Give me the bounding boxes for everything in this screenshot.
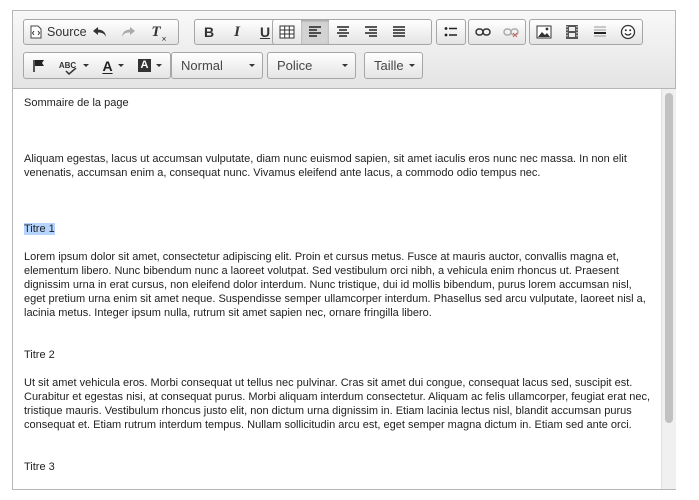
rich-text-editor: Source T × B I U ABC A A Normal Police T… (12, 10, 676, 490)
remove-format-letter: T (151, 23, 161, 40)
toolbar-group-basicstyles: B I U (194, 19, 281, 45)
toolbar-group-tools: ABC A A (23, 52, 171, 79)
format-dropdown[interactable]: Normal (171, 52, 263, 79)
link-icon (475, 27, 491, 37)
font-dropdown[interactable]: Police (267, 52, 356, 79)
align-justify-icon (392, 26, 406, 38)
chevron-down-icon (156, 64, 162, 67)
vertical-scrollbar[interactable] (661, 89, 676, 489)
align-center-icon (336, 26, 350, 38)
editor-toolbar: Source T × B I U ABC A A Normal Police T… (13, 11, 675, 89)
paragraph-section-1: Lorem ipsum dolor sit amet, consectetur … (24, 251, 646, 319)
size-dropdown-value: Taille (374, 58, 404, 73)
paragraph-intro: Aliquam egestas, lacus ut accumsan vulpu… (24, 153, 627, 179)
chevron-down-icon (83, 64, 90, 67)
paragraph-summary: Sommaire de la page (24, 97, 129, 109)
align-left-icon (308, 26, 322, 38)
unlink-icon (503, 26, 519, 38)
selected-text: Titre 1 (24, 223, 55, 235)
toolbar-group-paragraph (272, 19, 432, 45)
align-center-button[interactable] (329, 20, 357, 44)
font-color-button[interactable]: A (94, 54, 132, 78)
source-icon (30, 25, 42, 39)
video-button[interactable] (558, 20, 586, 44)
anchor-button[interactable] (24, 54, 54, 78)
align-right-button[interactable] (357, 20, 385, 44)
toolbar-group-insert (529, 19, 643, 45)
font-dropdown-value: Police (277, 58, 313, 73)
toolbar-group-links (468, 19, 526, 45)
spellcheck-button[interactable]: ABC (54, 54, 94, 78)
italic-label: I (234, 23, 240, 40)
chevron-down-icon (249, 64, 255, 67)
background-color-button[interactable]: A (132, 54, 168, 78)
source-label: Source (47, 25, 87, 39)
scrollbar-thumb[interactable] (665, 93, 673, 423)
background-color-icon: A (138, 59, 151, 72)
smiley-button[interactable] (614, 20, 642, 44)
image-icon (536, 25, 552, 39)
undo-icon (92, 25, 108, 39)
heading-title-2: Titre 2 (24, 349, 55, 361)
heading-title-3: Titre 3 (24, 461, 55, 473)
heading-title-1: Titre 1 (24, 222, 654, 236)
align-right-icon (364, 26, 378, 38)
chevron-down-icon (409, 64, 415, 67)
unlink-button[interactable] (497, 20, 525, 44)
size-dropdown[interactable]: Taille (364, 52, 423, 79)
flag-icon (32, 59, 46, 73)
table-button[interactable] (273, 20, 301, 44)
background-color-letter: A (140, 59, 149, 71)
align-justify-button[interactable] (385, 20, 413, 44)
spellcheck-icon: ABC (59, 61, 77, 75)
image-button[interactable] (530, 20, 558, 44)
paragraph-section-2: Ut sit amet vehicula eros. Morbi consequ… (24, 377, 651, 431)
horizontal-rule-icon (593, 25, 607, 39)
bulleted-list-icon (444, 26, 458, 38)
film-icon (565, 24, 579, 40)
toolbar-group-list (436, 19, 466, 45)
link-button[interactable] (469, 20, 497, 44)
font-color-icon: A (102, 58, 112, 74)
italic-button[interactable]: I (223, 20, 251, 44)
bold-button[interactable]: B (195, 20, 223, 44)
smiley-icon (620, 24, 636, 40)
bulleted-list-button[interactable] (437, 20, 465, 44)
format-dropdown-value: Normal (181, 58, 223, 73)
bold-label: B (203, 24, 215, 40)
underline-label: U (259, 24, 271, 40)
undo-button[interactable] (86, 20, 114, 44)
editor-content-area[interactable]: Sommaire de la page Aliquam egestas, lac… (13, 89, 659, 489)
toolbar-group-document: Source T × (23, 19, 179, 45)
source-button[interactable]: Source (24, 20, 87, 44)
chevron-down-icon (342, 64, 348, 67)
remove-format-button[interactable]: T × (142, 20, 170, 44)
remove-format-icon: T × (151, 23, 167, 44)
horizontal-rule-button[interactable] (586, 20, 614, 44)
chevron-down-icon (117, 64, 124, 67)
align-left-button[interactable] (301, 20, 329, 44)
redo-icon (120, 25, 136, 39)
table-icon (279, 25, 295, 39)
redo-button[interactable] (114, 20, 142, 44)
font-color-letter: A (102, 57, 113, 74)
